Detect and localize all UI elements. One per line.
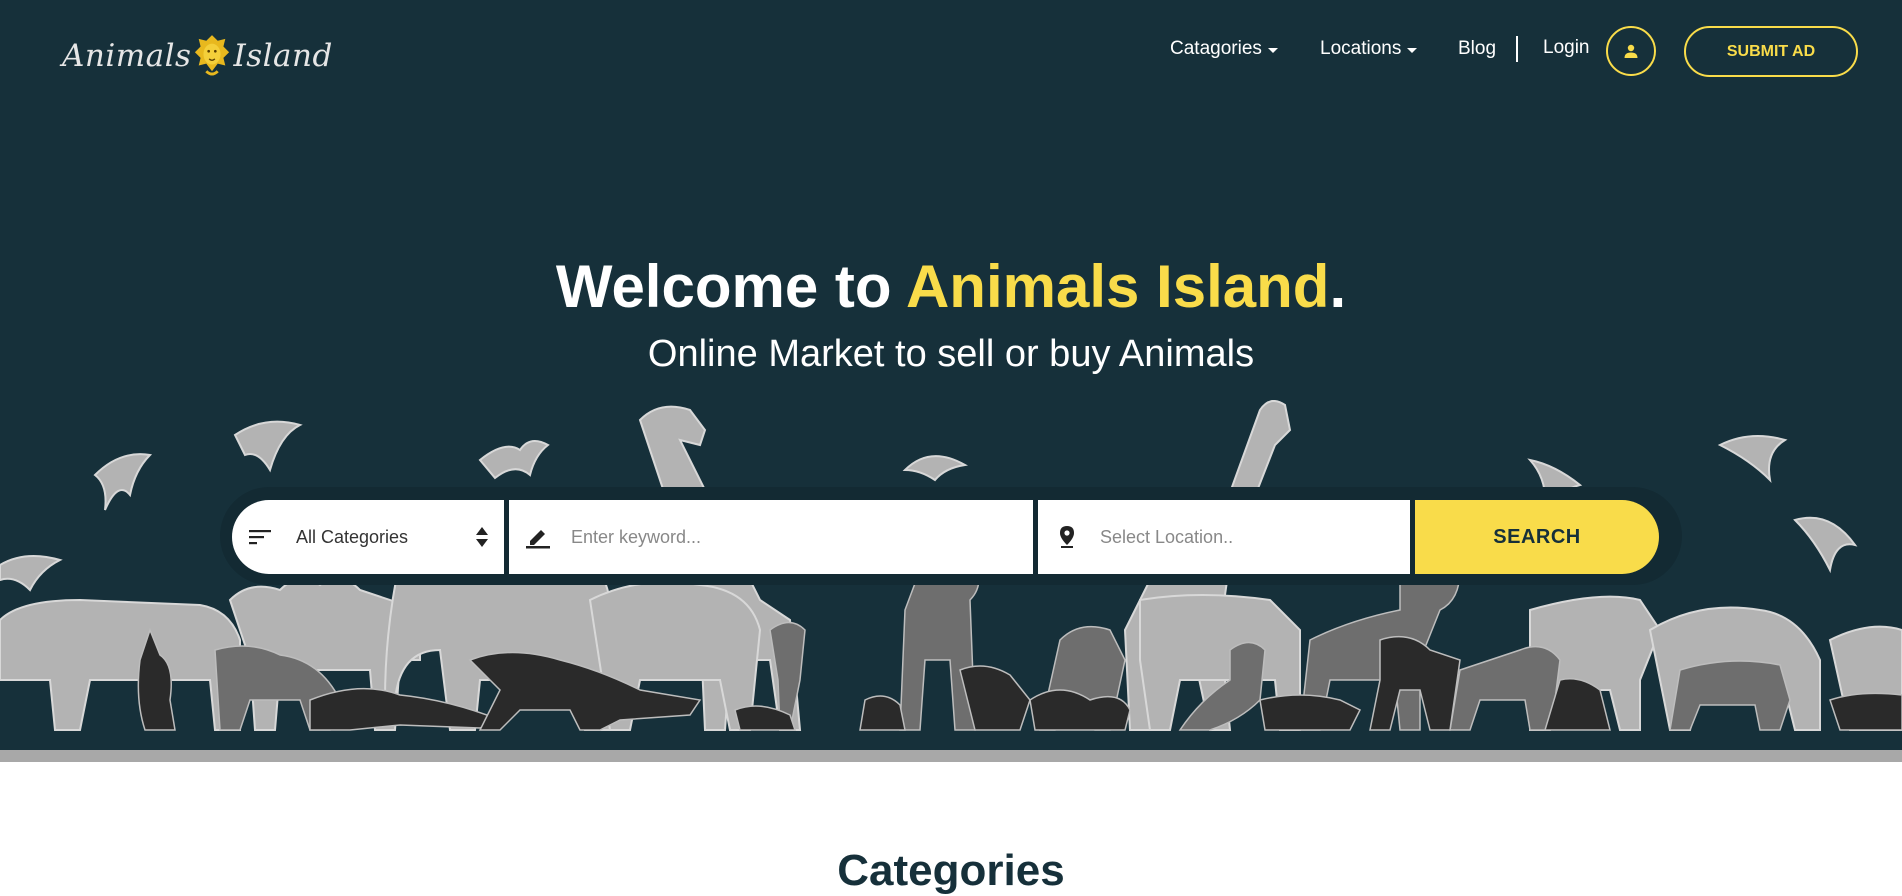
caret-down-icon	[1267, 48, 1278, 53]
nav-divider	[1516, 36, 1518, 62]
caret-down-icon	[1407, 48, 1418, 53]
user-account-button[interactable]	[1606, 26, 1656, 76]
logo-wordmark: Animals Island	[62, 33, 333, 79]
hero-title: Welcome to Animals Island.	[0, 252, 1902, 321]
bird-silhouette	[902, 455, 968, 482]
dog-silhouette	[1449, 645, 1561, 731]
cat-silhouette	[1259, 694, 1362, 731]
nav-locations-label: Locations	[1320, 38, 1402, 59]
nav-categories-label: Catagories	[1170, 38, 1262, 59]
pencil-icon	[525, 524, 551, 550]
bird-silhouette	[1793, 516, 1858, 574]
category-select[interactable]: All Categories	[232, 500, 504, 574]
sort-arrows-icon	[476, 527, 488, 547]
logo-text-left: Animals	[62, 38, 192, 74]
bird-silhouette	[1717, 435, 1788, 483]
hero-section: Animals Island Catagories Locations Blog	[0, 0, 1902, 762]
keyword-input[interactable]	[571, 526, 991, 548]
tiger-silhouette	[1669, 660, 1791, 731]
submit-ad-button[interactable]: SUBMIT AD	[1684, 26, 1858, 77]
nav-blog[interactable]: Blog	[1458, 38, 1496, 60]
nav-login-label: Login	[1543, 37, 1590, 58]
nav-categories[interactable]: Catagories	[1170, 38, 1278, 60]
search-button[interactable]: SEARCH	[1415, 500, 1659, 574]
otter-silhouette	[1829, 692, 1902, 731]
bird-silhouette	[0, 555, 63, 592]
hero-subtitle: Online Market to sell or buy Animals	[647, 333, 1255, 375]
rhino-silhouette	[0, 598, 241, 731]
user-icon	[1624, 44, 1638, 58]
hero-title-prefix: Welcome to	[555, 253, 906, 320]
ground-strip	[0, 750, 1902, 762]
nav-login[interactable]: Login	[1543, 37, 1590, 59]
categories-heading: Categories	[837, 846, 1065, 895]
bird-silhouette	[233, 420, 303, 473]
site-logo[interactable]: Animals Island	[62, 30, 333, 82]
hero-title-suffix: .	[1329, 253, 1347, 320]
category-select-value: All Categories	[296, 526, 409, 547]
lion-logo-icon	[195, 35, 230, 76]
keyword-field	[509, 500, 1033, 574]
bird-silhouette	[93, 453, 153, 511]
location-input[interactable]	[1100, 526, 1400, 548]
filter-lines-icon	[248, 524, 274, 550]
nav-blog-label: Blog	[1458, 38, 1497, 59]
map-pin-icon	[1054, 524, 1080, 550]
hero-title-accent: Animals Island	[905, 253, 1330, 320]
rabbit-silhouette	[859, 695, 906, 731]
logo-text-right: Island	[233, 38, 333, 74]
bat-silhouette	[478, 440, 550, 480]
location-field	[1038, 500, 1410, 574]
nav-locations[interactable]: Locations	[1320, 38, 1418, 60]
